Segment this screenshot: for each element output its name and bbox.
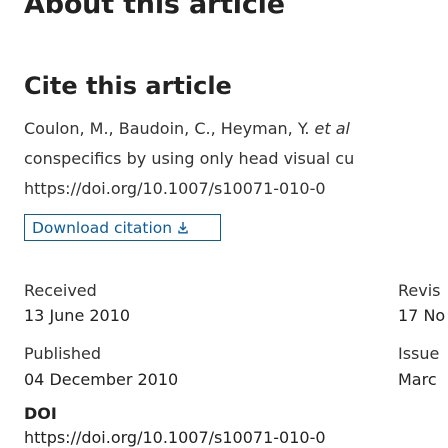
citation-authors: Coulon, M., Baudoin, C., Heyman, Y. — [24, 119, 315, 138]
citation-line-2: conspecifics by using only head visual c… — [24, 149, 355, 168]
published-date: 04 December 2010 — [24, 370, 179, 389]
revised-date: 17 No — [398, 306, 446, 325]
issue-date: Marc — [398, 370, 437, 389]
download-citation-button[interactable]: Download citation — [24, 214, 221, 241]
citation-doi-link[interactable]: https://doi.org/10.1007/s10071-010-0 — [24, 174, 354, 204]
published-label: Published — [24, 344, 102, 363]
citation-line-1: Coulon, M., Baudoin, C., Heyman, Y. et a… — [24, 114, 354, 144]
article-info-page: About this article Cite this article Cou… — [0, 0, 448, 448]
doi-link[interactable]: https://doi.org/10.1007/s10071-010-0 — [24, 428, 326, 447]
issue-date-label: Issue — [398, 344, 440, 363]
download-icon — [178, 221, 188, 234]
received-label: Received — [24, 281, 97, 300]
citation-et-al: et al — [314, 119, 350, 138]
section-title: About this article — [24, 0, 285, 20]
doi-label: DOI — [24, 404, 57, 423]
download-citation-label: Download citation — [32, 218, 173, 237]
received-date: 13 June 2010 — [24, 306, 131, 325]
citation-text: Coulon, M., Baudoin, C., Heyman, Y. et a… — [24, 114, 354, 204]
cite-heading: Cite this article — [24, 72, 232, 100]
revised-label: Revis — [398, 281, 441, 300]
